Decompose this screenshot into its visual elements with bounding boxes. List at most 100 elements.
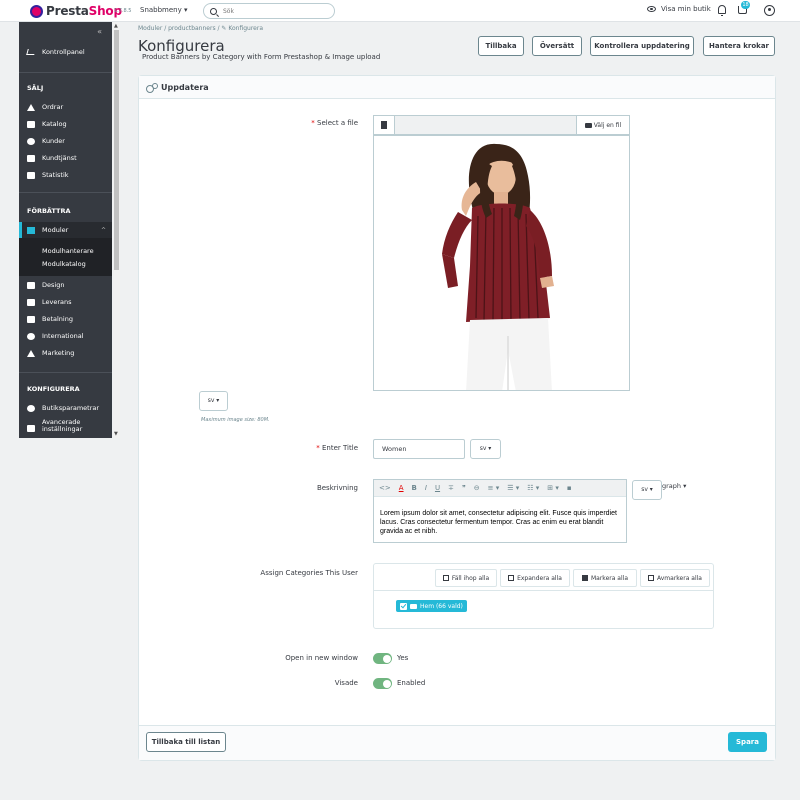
expand-all-button[interactable]: Expandera alla	[500, 569, 570, 587]
tree-node-home[interactable]: Hem (66 vald)	[396, 600, 467, 612]
description-language-select[interactable]: sv ▾	[632, 480, 662, 500]
store-icon	[27, 120, 35, 128]
panel-heading-label: Uppdatera	[161, 82, 209, 92]
checkbox-empty-icon	[648, 575, 654, 581]
bell-icon[interactable]	[718, 5, 726, 16]
sidebar-item-label: Betalning	[42, 315, 73, 323]
new-window-toggle[interactable]	[373, 653, 392, 664]
text-color-icon[interactable]: A	[399, 484, 404, 492]
save-button[interactable]: Spara	[728, 732, 767, 752]
new-window-label: Open in new window	[285, 654, 358, 662]
view-shop-link[interactable]: Visa min butik	[647, 5, 711, 13]
sidebar-item-orders[interactable]: Ordrar	[19, 99, 112, 115]
sidebar-item-catalog[interactable]: Katalog	[19, 116, 112, 132]
settings-icon	[27, 425, 35, 432]
title-input[interactable]: Women	[373, 439, 465, 459]
trend-icon	[26, 49, 36, 55]
sidebar-subitem-module-catalog[interactable]: Modulkatalog	[42, 260, 86, 268]
description-label: Beskrivning	[316, 484, 358, 492]
sidebar-item-international[interactable]: International	[19, 328, 112, 344]
image-language-select[interactable]: sv ▾	[199, 391, 228, 411]
divider	[374, 590, 713, 591]
description-text[interactable]: Lorem ipsum dolor sit amet, consectetur …	[380, 509, 620, 536]
title-language-select[interactable]: sv ▾	[470, 439, 501, 459]
checkbox-checked-icon[interactable]	[400, 602, 407, 610]
file-input[interactable]: Välj en fil	[373, 115, 630, 135]
underline-icon[interactable]: U	[435, 484, 440, 492]
basket-icon	[27, 103, 35, 111]
sidebar-item-label: Statistik	[42, 171, 69, 179]
cogs-icon	[146, 82, 158, 93]
paragraph-format-select[interactable]: graph ▾	[662, 482, 686, 490]
shown-toggle[interactable]	[373, 678, 392, 689]
search-input[interactable]	[223, 7, 323, 15]
check-update-button[interactable]: Kontrollera uppdatering	[590, 36, 694, 56]
scroll-down-icon[interactable]: ▼	[114, 431, 118, 437]
category-tree: Fäll ihop alla Expandera alla Markera al…	[373, 563, 714, 629]
sidebar-scrollbar[interactable]: ▲ ▼	[113, 22, 120, 438]
sidebar-item-design[interactable]: Design	[19, 277, 112, 293]
account-icon[interactable]	[764, 5, 775, 16]
sidebar-item-customer-service[interactable]: Kundtjänst	[19, 150, 112, 166]
link-icon[interactable]: ⊖	[474, 484, 480, 492]
align-icon[interactable]: ≡ ▾	[488, 484, 500, 492]
sidebar-item-statistics[interactable]: Statistik	[19, 167, 112, 183]
shown-value: Enabled	[397, 679, 426, 687]
breadcrumb[interactable]: Moduler / productbanners / ✎ Konfigurera	[138, 25, 263, 32]
sidebar: « Kontrollpanel SÄLJ Ordrar Katalog Kund…	[19, 22, 112, 438]
modules-submenu	[19, 238, 112, 276]
file-label: * Select a file	[311, 119, 358, 127]
sidebar-item-advanced-parameters[interactable]: Avancerade inställningar	[19, 419, 112, 438]
search-box[interactable]	[203, 3, 335, 19]
italic-icon[interactable]: I	[425, 484, 427, 492]
collapse-all-button[interactable]: Fäll ihop alla	[435, 569, 497, 587]
new-window-value: Yes	[397, 654, 409, 662]
scrollbar-thumb[interactable]	[114, 30, 119, 270]
bold-icon[interactable]: B	[412, 484, 417, 492]
sidebar-subitem-module-manager[interactable]: Modulhanterare	[42, 247, 94, 255]
back-to-list-button[interactable]: Tillbaka till listan	[146, 732, 226, 752]
sidebar-item-dashboard[interactable]: Kontrollpanel	[19, 44, 112, 60]
sidebar-item-marketing[interactable]: Marketing	[19, 345, 112, 361]
sidebar-item-payment[interactable]: Betalning	[19, 311, 112, 327]
checkbox-checked-icon	[581, 575, 588, 581]
numbered-list-icon[interactable]: ☷ ▾	[527, 484, 539, 492]
sidebar-item-label: Butiksparametrar	[42, 404, 100, 412]
source-code-icon[interactable]: <>	[379, 484, 391, 492]
strikethrough-icon[interactable]: ∓	[448, 484, 454, 492]
notification-badge: 18	[741, 1, 750, 9]
monitor-icon	[27, 281, 35, 289]
sidebar-item-shipping[interactable]: Leverans	[19, 294, 112, 310]
sidebar-item-modules[interactable]: Moduler ^	[19, 222, 112, 238]
panel-heading: Uppdatera	[139, 76, 775, 99]
uncheck-all-button[interactable]: Avmarkera alla	[640, 569, 710, 587]
blockquote-icon[interactable]: ❞	[462, 484, 466, 492]
bullet-list-icon[interactable]: ☰ ▾	[507, 484, 519, 492]
gear-icon	[27, 404, 35, 412]
sidebar-item-label: Kundtjänst	[42, 154, 77, 162]
sidebar-item-label: Kunder	[42, 137, 65, 145]
sidebar-item-label: Kontrollpanel	[42, 48, 85, 56]
translate-button[interactable]: Översätt	[532, 36, 582, 56]
check-all-button[interactable]: Markera alla	[573, 569, 637, 587]
sidebar-item-customers[interactable]: Kunder	[19, 133, 112, 149]
sidebar-section-configure: KONFIGURERA	[27, 385, 80, 393]
sidebar-item-label: Ordrar	[42, 103, 64, 111]
truck-icon	[27, 298, 35, 306]
collapse-sidebar-icon[interactable]: «	[97, 27, 102, 36]
choose-file-button[interactable]: Välj en fil	[576, 116, 629, 134]
manage-hooks-button[interactable]: Hantera krokar	[703, 36, 775, 56]
folder-icon	[584, 122, 592, 128]
description-editor[interactable]: <> A B I U ∓ ❞ ⊖ ≡ ▾ ☰ ▾ ☷ ▾ ⊞ ▾ ▪ Lorem…	[373, 479, 627, 543]
back-button[interactable]: Tillbaka	[478, 36, 524, 56]
quick-access-menu[interactable]: Snabbmeny ▾	[140, 6, 188, 14]
sidebar-item-label: Leverans	[42, 298, 72, 306]
folder-icon	[410, 603, 417, 609]
sidebar-item-shop-parameters[interactable]: Butiksparametrar	[19, 400, 112, 416]
table-icon[interactable]: ⊞ ▾	[547, 484, 559, 492]
scroll-up-icon[interactable]: ▲	[114, 23, 118, 29]
version-label: 1.7.8.5	[114, 8, 132, 14]
image-icon[interactable]: ▪	[567, 484, 572, 492]
logo-prefix: Presta	[46, 4, 89, 18]
prestashop-logo[interactable]: PrestaShop	[30, 3, 122, 19]
